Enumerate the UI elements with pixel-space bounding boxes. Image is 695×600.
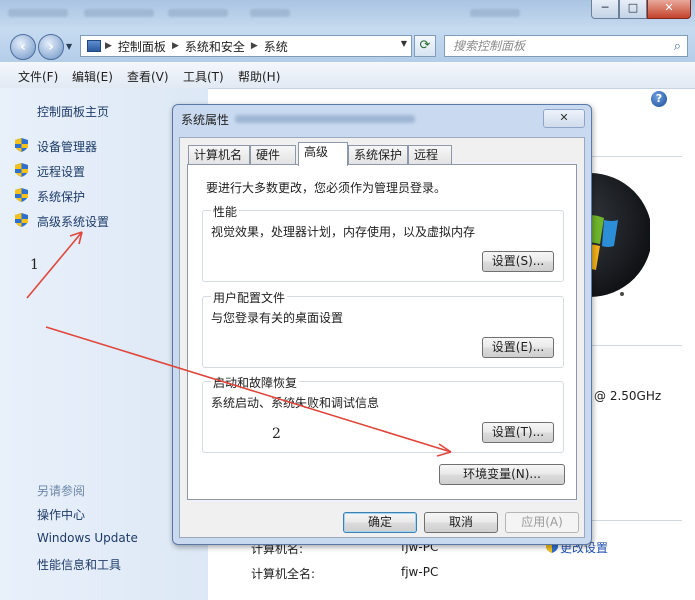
admin-notice: 要进行大多数更改，您必须作为管理员登录。	[206, 181, 447, 195]
full-computer-name-value: fjw-PC	[401, 565, 439, 579]
ok-button[interactable]: 确定	[343, 512, 417, 533]
blurred-title-segment	[250, 9, 290, 17]
close-button[interactable]: ✕	[647, 0, 691, 19]
uac-shield-icon	[15, 138, 28, 152]
user-profiles-group-title: 用户配置文件	[211, 289, 288, 306]
menu-tools[interactable]: 工具(T)	[183, 68, 224, 85]
blurred-title-segment	[470, 9, 520, 17]
control-panel-home-link[interactable]: 控制面板主页	[37, 103, 109, 120]
control-panel-icon	[87, 40, 101, 52]
cpu-speed-text: @ 2.50GHz	[594, 389, 662, 403]
cancel-button[interactable]: 取消	[424, 512, 498, 533]
startup-recovery-group: 启动和故障恢复 系统启动、系统失败和调试信息 设置(T)...	[202, 374, 564, 453]
performance-group-title: 性能	[211, 203, 240, 220]
navigation-bar: ‹ › ▼ ▶ 控制面板 ▶ 系统和安全 ▶ 系统 ▼ ⟳ 搜索控制面板 ⌕	[0, 30, 695, 62]
annotation-step-2: 2	[272, 426, 281, 442]
divider	[592, 520, 682, 521]
user-profiles-settings-button[interactable]: 设置(E)...	[482, 337, 554, 358]
search-input[interactable]: 搜索控制面板 ⌕	[444, 35, 688, 57]
user-profiles-description: 与您登录有关的桌面设置	[211, 311, 344, 325]
blurred-title-segment	[84, 9, 154, 17]
back-button[interactable]: ‹	[10, 34, 36, 60]
remote-settings-link[interactable]: 远程设置	[37, 163, 85, 180]
breadcrumb-separator[interactable]: ▶	[105, 41, 112, 51]
tab-computer-name[interactable]: 计算机名	[188, 145, 250, 164]
maximize-button[interactable]: □	[619, 0, 647, 19]
blurred-title-segment	[8, 9, 68, 17]
menu-help[interactable]: 帮助(H)	[238, 68, 280, 85]
system-protection-link[interactable]: 系统保护	[37, 188, 85, 205]
startup-recovery-settings-button[interactable]: 设置(T)...	[482, 422, 554, 443]
tab-advanced[interactable]: 高级	[298, 142, 348, 166]
advanced-system-settings-link[interactable]: 高级系统设置	[37, 213, 109, 230]
dialog-body: 计算机名 硬件 高级 系统保护 远程 要进行大多数更改，您必须作为管理员登录。 …	[179, 137, 585, 538]
menu-view[interactable]: 查看(V)	[127, 68, 169, 85]
blurred-title-segment	[168, 9, 228, 17]
menu-edit[interactable]: 编辑(E)	[72, 68, 113, 85]
action-center-link[interactable]: 操作中心	[37, 506, 85, 523]
breadcrumb-separator[interactable]: ▶	[251, 41, 258, 51]
startup-recovery-description: 系统启动、系统失败和调试信息	[211, 396, 380, 410]
recent-pages-dropdown[interactable]: ▼	[66, 42, 72, 51]
forward-button[interactable]: ›	[38, 34, 64, 60]
environment-variables-button[interactable]: 环境变量(N)...	[439, 464, 565, 485]
blurred-title-segment	[235, 115, 415, 123]
annotation-step-1: 1	[30, 257, 39, 273]
breadcrumb-separator[interactable]: ▶	[172, 41, 179, 51]
tab-hardware[interactable]: 硬件	[250, 145, 296, 164]
address-dropdown-icon[interactable]: ▼	[401, 39, 407, 48]
search-placeholder: 搜索控制面板	[453, 39, 526, 53]
menu-bar: 文件(F) 编辑(E) 查看(V) 工具(T) 帮助(H)	[0, 62, 695, 89]
user-profiles-group: 用户配置文件 与您登录有关的桌面设置 设置(E)...	[202, 289, 564, 368]
dialog-close-button[interactable]: ✕	[543, 109, 585, 128]
divider	[592, 345, 682, 346]
tab-system-protection[interactable]: 系统保护	[348, 145, 408, 164]
performance-info-link[interactable]: 性能信息和工具	[37, 556, 121, 573]
menu-file[interactable]: 文件(F)	[18, 68, 58, 85]
dialog-title: 系统属性	[181, 113, 230, 127]
performance-group: 性能 视觉效果，处理器计划，内存使用，以及虚拟内存 设置(S)...	[202, 203, 564, 282]
window-titlebar: ─ □ ✕	[0, 0, 695, 30]
uac-shield-icon	[15, 213, 28, 227]
startup-recovery-group-title: 启动和故障恢复	[211, 374, 300, 391]
uac-shield-icon	[15, 188, 28, 202]
system-properties-dialog: 系统属性 ✕ 计算机名 硬件 高级 系统保护 远程 要进行大多数更改，您必须作为…	[172, 104, 592, 545]
help-icon[interactable]: ?	[651, 91, 667, 107]
windows-update-link[interactable]: Windows Update	[37, 531, 138, 545]
divider	[592, 156, 682, 157]
refresh-icon[interactable]: ⟳	[414, 35, 436, 57]
apply-button[interactable]: 应用(A)	[505, 512, 579, 533]
performance-settings-button[interactable]: 设置(S)...	[482, 251, 554, 272]
full-computer-name-label: 计算机全名:	[251, 567, 316, 581]
performance-description: 视觉效果，处理器计划，内存使用，以及虚拟内存	[211, 225, 476, 239]
breadcrumb-control-panel[interactable]: 控制面板	[118, 38, 166, 55]
uac-shield-icon	[15, 163, 28, 177]
minimize-button[interactable]: ─	[591, 0, 619, 19]
breadcrumb-system-security[interactable]: 系统和安全	[185, 38, 245, 55]
search-icon[interactable]: ⌕	[674, 37, 681, 57]
device-manager-link[interactable]: 设备管理器	[37, 138, 97, 155]
address-bar[interactable]: ▶ 控制面板 ▶ 系统和安全 ▶ 系统 ▼	[80, 35, 412, 57]
breadcrumb-system[interactable]: 系统	[264, 38, 288, 55]
see-also-header: 另请参阅	[37, 484, 86, 498]
tab-remote[interactable]: 远程	[408, 145, 452, 164]
advanced-tab-panel: 要进行大多数更改，您必须作为管理员登录。 性能 视觉效果，处理器计划，内存使用，…	[187, 164, 577, 500]
